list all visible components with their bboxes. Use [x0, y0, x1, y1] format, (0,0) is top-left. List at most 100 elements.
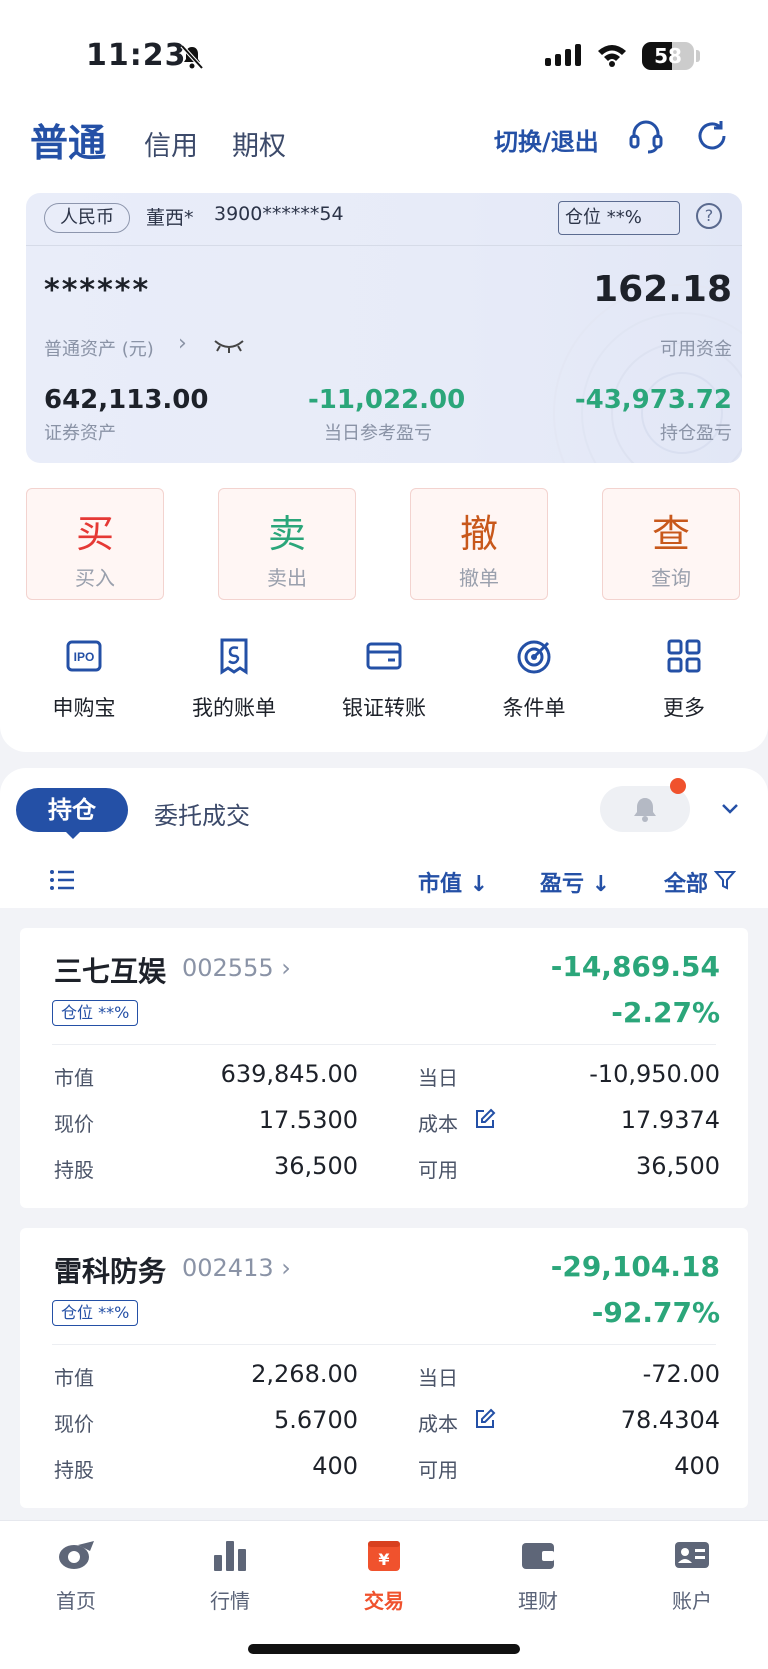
quick-link-conditional-order[interactable]: 条件单: [474, 636, 594, 722]
list-icon[interactable]: [48, 868, 76, 892]
currency-chip[interactable]: 人民币: [44, 203, 130, 233]
stock-pnl-percent: -92.77%: [591, 1296, 720, 1329]
home-icon: [59, 1541, 94, 1569]
stock-name: 雷科防务: [54, 1255, 167, 1288]
stock-code[interactable]: 002413 ›: [182, 1254, 291, 1282]
position-chip: 仓位 **%: [52, 1000, 139, 1026]
help-icon[interactable]: ?: [696, 203, 722, 229]
trade-icon: ¥: [368, 1541, 400, 1571]
position-chip: 仓位 **%: [52, 1300, 139, 1326]
today-pnl: -10,950.00: [589, 1060, 720, 1088]
quick-link-bill[interactable]: 我的账单: [174, 636, 294, 722]
card-divider: [26, 245, 742, 246]
bar-chart-icon: [214, 1541, 246, 1571]
today-label: 当日: [418, 1066, 458, 1090]
asset-card: 人民币 董西* 3900******54 仓位 **% ? ****** 162…: [26, 193, 742, 463]
wifi-icon: [598, 45, 626, 67]
bill-icon: [220, 638, 248, 675]
top-panel: 11:23 58 普通 信用 期权 切换/退出 人民币 董西* 3900****…: [0, 0, 768, 752]
shares-held: 36,500: [274, 1152, 358, 1180]
stock-code[interactable]: 002555 ›: [182, 954, 291, 982]
svg-text:IPO: IPO: [74, 650, 95, 664]
grid-icon: [667, 639, 701, 673]
holding-card[interactable]: 三七互娱 002555 › -14,869.54 -2.27% 仓位 **% 市…: [20, 928, 748, 1208]
tab-options[interactable]: 期权: [232, 124, 286, 163]
available-label: 可用: [418, 1458, 458, 1482]
market-value: 2,268.00: [251, 1360, 358, 1388]
today-pnl-value: -11,022.00: [308, 385, 466, 415]
tab-normal[interactable]: 普通: [30, 112, 106, 167]
market-value-label: 市值: [54, 1366, 94, 1390]
stock-pnl: -14,869.54: [550, 950, 720, 983]
card-divider: [52, 1344, 716, 1345]
today-pnl: -72.00: [642, 1360, 720, 1388]
sort-pnl[interactable]: 盈亏 ↓: [540, 866, 610, 898]
buy-button[interactable]: 买 买入: [26, 488, 164, 600]
cancel-order-button[interactable]: 撤 撤单: [410, 488, 548, 600]
bell-icon: [634, 798, 656, 822]
holdings-header: 持仓 委托成交 市值 ↓ 盈亏 ↓ 全部: [0, 768, 768, 908]
filter-all[interactable]: 全部: [664, 866, 708, 898]
today-pnl-label: 当日参考盈亏: [324, 423, 432, 444]
available-shares: 400: [674, 1452, 720, 1480]
available-shares: 36,500: [636, 1152, 720, 1180]
market-value-label: 市值: [54, 1066, 94, 1090]
stock-pnl: -29,104.18: [550, 1250, 720, 1283]
quick-link-bank-transfer[interactable]: 银证转账: [324, 636, 444, 722]
stock-pnl-percent: -2.27%: [611, 996, 720, 1029]
tab-credit[interactable]: 信用: [144, 124, 198, 163]
price-label: 现价: [54, 1112, 94, 1136]
battery-icon: 58: [642, 42, 694, 70]
edit-icon[interactable]: [474, 1108, 496, 1130]
cost-price: 17.9374: [620, 1106, 720, 1134]
svg-text:¥: ¥: [378, 1550, 389, 1569]
tab-indicator: [64, 830, 82, 839]
chevron-down-icon[interactable]: [720, 798, 740, 818]
eye-closed-icon[interactable]: [212, 337, 246, 355]
shares-held: 400: [312, 1452, 358, 1480]
nav-home[interactable]: 首页: [26, 1535, 126, 1614]
holding-card[interactable]: 雷科防务 002413 › -29,104.18 -92.77% 仓位 **% …: [20, 1228, 748, 1508]
sell-button[interactable]: 卖 卖出: [218, 488, 356, 600]
wallet-icon: [522, 1543, 554, 1569]
available-label: 可用: [418, 1158, 458, 1182]
position-pnl-label: 持仓盈亏: [660, 423, 732, 444]
target-icon: [517, 640, 551, 674]
market-value: 639,845.00: [220, 1060, 358, 1088]
quick-link-more[interactable]: 更多: [624, 636, 744, 722]
price-label: 现价: [54, 1412, 94, 1436]
refresh-icon[interactable]: [692, 116, 732, 156]
securities-label: 证券资产: [44, 423, 116, 444]
switch-logout-link[interactable]: 切换/退出: [494, 122, 599, 157]
tab-orders-trades[interactable]: 委托成交: [154, 796, 250, 831]
today-label: 当日: [418, 1366, 458, 1390]
clock: 11:23: [86, 38, 187, 73]
edit-icon[interactable]: [474, 1408, 496, 1430]
securities-value: 642,113.00: [44, 385, 209, 415]
nav-account[interactable]: 账户: [642, 1535, 742, 1614]
home-indicator: [248, 1644, 520, 1654]
current-price: 5.6700: [274, 1406, 358, 1434]
quick-link-ipo[interactable]: IPO 申购宝: [24, 636, 144, 722]
ipo-icon: IPO: [66, 640, 102, 672]
total-assets-label[interactable]: 普通资产 (元): [44, 335, 154, 361]
position-chip[interactable]: 仓位 **%: [558, 201, 680, 235]
customer-service-icon[interactable]: [626, 116, 666, 156]
nav-trade[interactable]: ¥ 交易: [334, 1535, 434, 1614]
card-divider: [52, 1044, 716, 1045]
battery-tip: [696, 50, 700, 62]
nav-market[interactable]: 行情: [180, 1535, 280, 1614]
chevron-right-icon[interactable]: ›: [178, 331, 187, 356]
status-bar: 11:23 58: [0, 34, 768, 78]
shares-label: 持股: [54, 1158, 94, 1182]
nav-wealth[interactable]: 理财: [488, 1535, 588, 1614]
signal-icon: [545, 44, 581, 66]
query-button[interactable]: 查 查询: [602, 488, 740, 600]
available-funds-label: 可用资金: [660, 339, 732, 360]
sort-market-value[interactable]: 市值 ↓: [418, 866, 488, 898]
cost-label: 成本: [418, 1412, 458, 1436]
account-name: 董西*: [146, 207, 194, 229]
stock-name: 三七互娱: [54, 955, 167, 988]
filter-icon[interactable]: [714, 870, 736, 890]
tab-positions[interactable]: 持仓: [16, 788, 128, 832]
